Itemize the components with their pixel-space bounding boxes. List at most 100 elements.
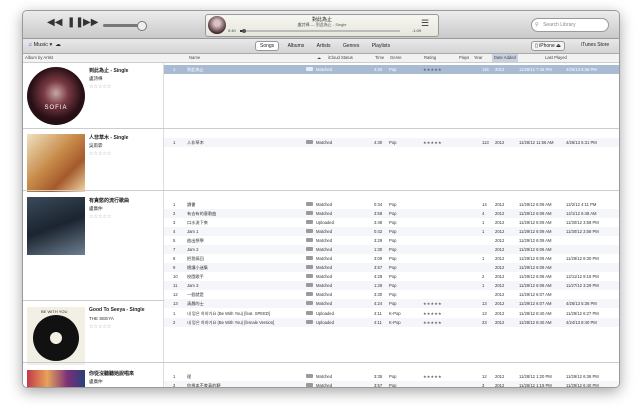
icloud-status-icon[interactable] [306,220,313,224]
tab-playlists[interactable]: Playlists [368,42,394,50]
track-added: 11/29/12 6:09 AM [519,256,552,261]
track-rating[interactable]: ★★★★★ [423,301,442,306]
album-artist: 盧廣仲 [89,206,103,211]
icloud-status-icon[interactable] [306,256,313,260]
icloud-status-icon[interactable] [306,320,313,324]
track-genre: Pop [389,238,397,243]
track-row[interactable]: 3 口水流下來 Uploaded 3:48 Pop 1 2012 11/29/12 6:09 … [164,218,619,227]
track-num: 2 [173,320,176,325]
album-artist: 盧詩樺 [89,76,103,81]
track-row[interactable]: 5 啟出想學 Matched 3:29 Pop 2012 11/29/12 6:09 AM [164,236,619,245]
track-name: 口水流下來 [187,220,208,225]
col-last-played[interactable]: Last Played [545,55,567,60]
track-row[interactable]: 4 Jam 1 Matched 0:42 Pop 1 2012 11/29/12 6:09 A… [164,227,619,236]
cloud-icon[interactable]: ☁ [55,42,61,48]
track-status: Uploaded [316,220,334,225]
col-plays[interactable]: Plays [459,55,469,60]
tab-albums[interactable]: Albums [284,42,309,50]
track-row[interactable]: 2 내 맘은 하야가요 (Be With You) [female Version… [164,318,619,327]
album-rating[interactable]: ☆☆☆☆☆ [89,387,111,388]
pause-icon[interactable]: ❚❚ [67,17,84,28]
track-row[interactable]: 1 내 맘은 하야가요 (Be With You) [feat. SPEED] Up… [164,309,619,318]
tab-artists[interactable]: Artists [313,42,335,50]
icloud-status-icon[interactable] [306,292,313,296]
icloud-status-icon[interactable] [306,383,313,387]
progress-bar[interactable] [240,29,400,33]
album-rating[interactable]: ☆☆☆☆☆ [89,84,111,90]
track-rating[interactable]: ★★★★★ [423,311,442,316]
icloud-status-icon[interactable] [306,211,313,215]
track-genre: Pop [389,140,397,145]
volume-knob[interactable] [137,21,147,31]
track-num: 2 [173,211,176,216]
track-rating[interactable]: ★★★★★ [423,374,442,379]
icloud-status-icon[interactable] [306,311,313,315]
icloud-status-icon[interactable] [306,247,313,251]
track-row[interactable]: 12 一個就是 Matched 3:30 Pop 2012 11/29/12 6:07 AM [164,290,619,299]
icloud-status-icon[interactable] [306,229,313,233]
track-name: 清晨的士 [187,301,204,306]
col-name[interactable]: Name [189,55,200,60]
track-added: 11/29/12 6:06 AM [519,247,552,252]
cloud-col-icon[interactable]: ☁ [317,55,321,60]
track-row[interactable]: 2 有去有的意歌曲 Matched 3:58 Pop 4 2012 11/29/12 6:09… [164,209,619,218]
icloud-status-icon[interactable] [306,238,313,242]
fast-forward-icon[interactable]: ▶▶ [83,17,98,28]
col-year[interactable]: Year [474,55,482,60]
icloud-status-icon[interactable] [306,283,313,287]
icloud-status-icon[interactable] [306,140,313,144]
track-row[interactable]: 13 清晨的士 Matched 4:24 Pop ★★★★★ 13 2012 11/29/12 … [164,299,619,308]
library-selector[interactable]: ♫ Music ▾ ☁ [28,42,61,48]
col-date-added[interactable]: Date Added [492,54,518,62]
track-row[interactable]: 10 校園歌手 Matched 4:28 Pop 2 2012 11/29/12 6:08 A… [164,272,619,281]
col-time[interactable]: Time [375,55,384,60]
iphone-device-button[interactable]: ▯ iPhone ⏏ [531,41,565,51]
col-rating[interactable]: Rating [424,55,436,60]
col-genre[interactable]: Genre [390,55,402,60]
track-row[interactable]: 9 總讓小迷集 Matched 3:57 Pop 2012 11/29/12 6:09 AM [164,263,619,272]
track-row[interactable]: 1 理 Matched 3:35 Pop ★★★★★ 12 2012 11/28/12 1:20… [164,372,619,381]
track-row[interactable]: 1 到此為止 Matched 4:20 Pop ★★★★★ 116 2012 11/28/12 … [164,65,619,74]
icloud-status-icon[interactable] [306,274,313,278]
track-name: 一個就是 [187,292,204,297]
col-icloud-status[interactable]: iCloud Status [328,55,353,60]
track-row[interactable]: 11 Jam 3 Matched 1:26 Pop 1 2012 11/29/12 6:08 … [164,281,619,290]
track-row[interactable]: 8 把我搞回 Matched 3:09 Pop 1 2012 11/29/12 6:09 AM… [164,254,619,263]
icloud-status-icon[interactable] [306,301,313,305]
track-row[interactable]: 2 你根本不會真的聽 Matched 3:57 Pop 3 2012 11/28/12 1:1… [164,381,619,388]
icloud-status-icon[interactable] [306,374,313,378]
col-album-by-artist[interactable]: Album by Artist [25,55,53,60]
view-tabs: Songs Albums Artists Genres Playlists [255,41,397,51]
progress-knob[interactable] [242,29,246,33]
itunes-store-button[interactable]: iTunes Store [581,42,609,48]
track-rating[interactable]: ★★★★★ [423,140,442,145]
eject-icon[interactable]: ⏏ [556,43,561,49]
track-plays: 1 [482,220,485,225]
track-rating[interactable]: ★★★★★ [423,67,442,72]
up-next-icon[interactable]: ☰ [421,18,429,29]
track-added: 11/28/12 1:19 PM [519,383,552,388]
album-rating[interactable]: ☆☆☆☆☆ [89,214,111,220]
track-name: Jam 1 [187,229,199,234]
track-row[interactable]: 7 Jam 2 Matched 1:30 Pop 2012 11/29/12 6:06 AM [164,245,619,254]
icloud-status-icon[interactable] [306,202,313,206]
track-row[interactable]: 1 讀書 Matched 0:34 Pop 14 2012 11/29/12 6:09 AM 1… [164,200,619,209]
tab-songs[interactable]: Songs [255,41,280,51]
toolbar: ◀◀ ❚❚ ▶▶ 對此為止 盧詩樺 — 到此為止 - Single 0:40 -… [23,11,619,39]
track-last: 4/26/13 5:31 PM [566,140,597,145]
track-row[interactable]: 1 人非草木 Matched 4:30 Pop ★★★★★ 113 2012 11/28/12 … [164,138,619,147]
icloud-status-icon[interactable] [306,67,313,71]
album-rating[interactable]: ☆☆☆☆☆ [89,324,111,330]
track-rating[interactable]: ★★★★★ [423,320,442,325]
navigation-bar: ♫ Music ▾ ☁ Songs Albums Artists Genres … [23,39,619,54]
track-time: 4:30 [374,140,383,145]
rewind-icon[interactable]: ◀◀ [47,17,62,28]
now-playing-info: 盧詩樺 — 到此為止 - Single [297,22,347,27]
track-time: 4:24 [374,301,383,306]
volume-slider[interactable] [103,21,147,31]
icloud-status-icon[interactable] [306,265,313,269]
track-time: 3:30 [374,292,383,297]
search-input[interactable]: ⚲ Search Library [531,18,609,32]
album-rating[interactable]: ☆☆☆☆☆ [89,151,111,157]
tab-genres[interactable]: Genres [339,42,363,50]
